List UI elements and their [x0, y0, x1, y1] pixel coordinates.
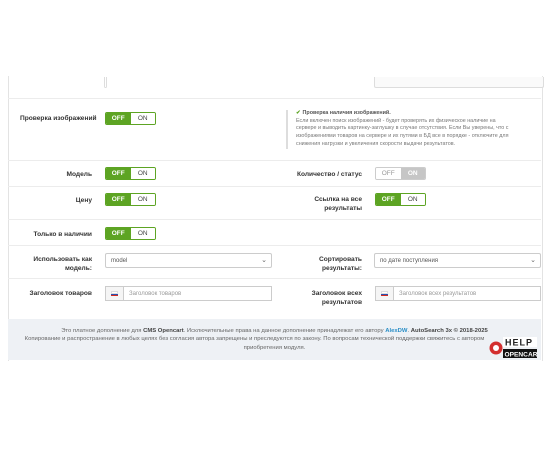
footer-line-3: приобретения модуля.	[243, 344, 306, 351]
toggle-on[interactable]: ON	[130, 168, 155, 179]
label-line: Заголовок всех	[311, 290, 362, 297]
divider	[8, 186, 541, 187]
label-line: Ссылка на все	[314, 196, 362, 203]
label-line: результатов	[321, 298, 362, 306]
label-line: модель:	[64, 264, 92, 272]
label-line: Использовать как	[33, 256, 92, 263]
footer-line-1: Это платное дополнение для CMS Opencart.…	[8, 327, 541, 335]
toggle-off[interactable]: OFF	[376, 194, 401, 205]
label-line: результаты	[324, 204, 362, 212]
cutoff-field-right	[374, 77, 544, 88]
divider	[8, 160, 541, 161]
label-line: результаты:	[321, 264, 362, 272]
products-heading-label: Заголовок товаров	[29, 290, 93, 297]
products-heading-field: Заголовок товаров	[105, 286, 272, 301]
toggle-off[interactable]: OFF	[106, 228, 131, 239]
check-icon: ✔	[296, 110, 301, 116]
check-images-label: Проверка изображений	[20, 115, 97, 122]
chevron-down-icon: ⌄	[261, 257, 267, 264]
in-stock-only-label: Только в наличии	[33, 231, 92, 238]
price-toggle[interactable]: OFF ON	[105, 193, 156, 206]
footer-text: . Исключительные права на данное дополне…	[183, 328, 386, 334]
footer-years: © 2018-2025	[452, 328, 488, 334]
note-title-text: Проверка наличия изображений.	[302, 110, 391, 116]
toggle-on[interactable]: ON	[130, 113, 155, 124]
footer: Это платное дополнение для CMS Opencart.…	[8, 319, 541, 360]
sort-results-label: Сортировать результаты:	[288, 256, 362, 273]
divider	[8, 98, 541, 99]
divider	[8, 245, 541, 246]
footer-text: Это платное дополнение для	[61, 328, 144, 334]
footer-product: AutoSearch 3x	[410, 328, 452, 334]
check-images-toggle[interactable]: OFF ON	[105, 112, 156, 125]
quantity-status-label: Количество / статус	[296, 171, 362, 178]
select-value: по дате поступления	[380, 257, 439, 264]
toggle-off[interactable]: OFF	[106, 194, 131, 205]
check-images-note: ✔ Проверка наличия изображений. Если вклю…	[286, 110, 541, 149]
model-toggle[interactable]: OFF ON	[105, 167, 156, 180]
use-as-model-label: Использовать как модель:	[20, 256, 92, 273]
toggle-on[interactable]: ON	[400, 168, 425, 179]
cutoff-field-left	[104, 77, 107, 88]
footer-line-2: Копирование и распространение в любых це…	[24, 336, 485, 343]
label-line: Сортировать	[319, 256, 362, 263]
all-results-heading-field: Заголовок всех результатов	[375, 286, 541, 301]
flag-ru-icon	[105, 286, 123, 301]
toggle-off[interactable]: OFF	[106, 168, 131, 179]
model-label: Модель	[66, 171, 92, 178]
divider	[8, 278, 541, 279]
note-line: изображениями товаров на сервере и их пу…	[296, 133, 509, 140]
sort-results-select[interactable]: по дате поступления ⌄	[374, 253, 541, 268]
all-results-heading-label: Заголовок всех результатов	[288, 290, 362, 307]
links-all-results-toggle[interactable]: OFF ON	[375, 193, 426, 206]
quantity-status-toggle[interactable]: OFF ON	[375, 167, 426, 180]
svg-text:HELP: HELP	[505, 338, 533, 348]
svg-text:OPENCART: OPENCART	[505, 351, 539, 358]
note-title: ✔ Проверка наличия изображений.	[296, 110, 541, 118]
note-line: снижения нагрузки и увеличения скорости …	[296, 140, 456, 147]
products-heading-input[interactable]: Заголовок товаров	[123, 286, 272, 301]
toggle-on[interactable]: ON	[130, 228, 155, 239]
toggle-on[interactable]: ON	[130, 194, 155, 205]
in-stock-only-toggle[interactable]: OFF ON	[105, 227, 156, 240]
select-value: model	[111, 257, 128, 264]
help-opencart-logo: HELP OPENCART	[489, 336, 542, 360]
links-all-results-label: Ссылка на все результаты	[288, 196, 362, 213]
use-as-model-select[interactable]: model ⌄	[105, 253, 272, 268]
toggle-on[interactable]: ON	[400, 194, 425, 205]
note-line: Если включен поиск изображений - будет п…	[296, 117, 496, 124]
all-results-heading-input[interactable]: Заголовок всех результатов	[393, 286, 541, 301]
toggle-off[interactable]: OFF	[106, 113, 131, 124]
author-link[interactable]: AlexDW	[385, 328, 407, 334]
toggle-off[interactable]: OFF	[376, 168, 401, 179]
price-label: Цену	[75, 197, 92, 204]
footer-cms: CMS Opencart	[143, 328, 184, 334]
divider	[8, 219, 541, 220]
flag-ru-icon	[375, 286, 393, 301]
chevron-down-icon: ⌄	[530, 257, 536, 264]
note-line: сервере и выводить картинку-заглушку в с…	[296, 125, 509, 132]
